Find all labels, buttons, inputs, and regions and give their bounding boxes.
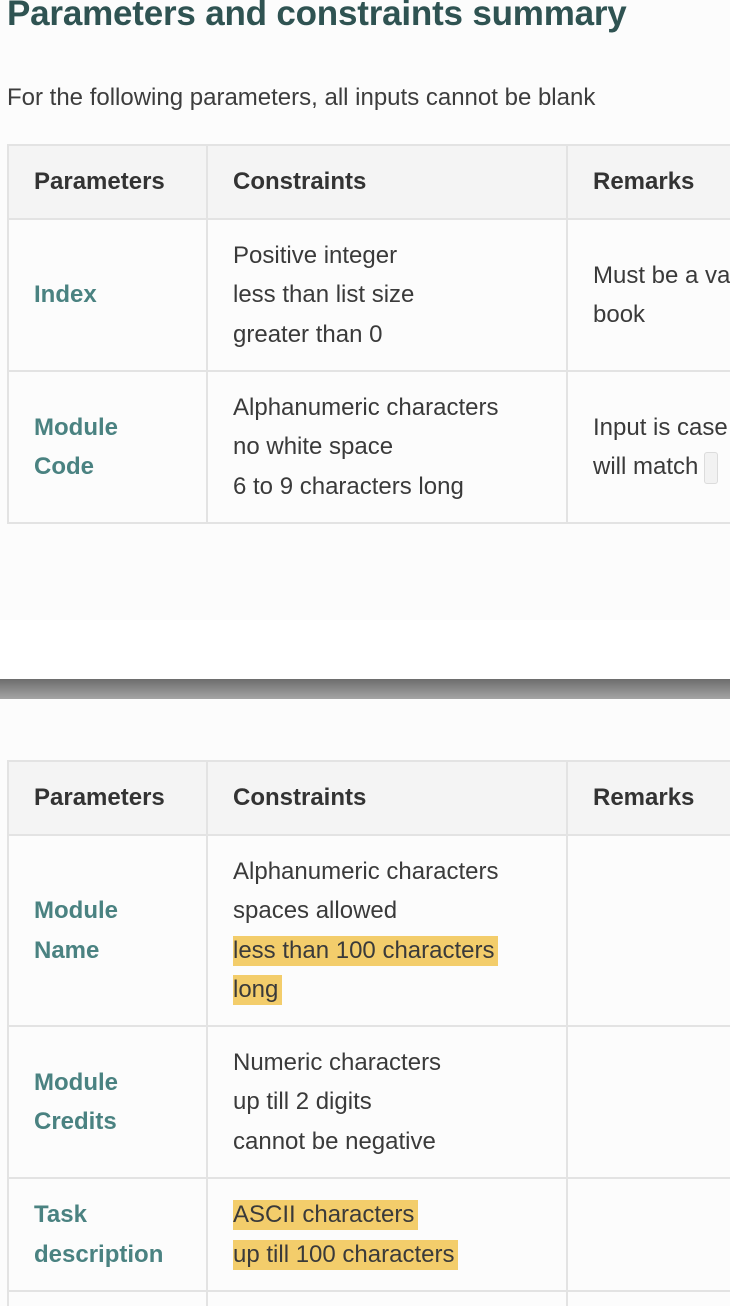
remark-line: Must be a va: [593, 261, 730, 289]
intro-text: For the following parameters, all inputs…: [7, 84, 596, 111]
parameters-table-1: Parameters Constraints Remarks Index Pos…: [7, 144, 730, 524]
table-row-partial: [7, 1290, 730, 1306]
bottom-screenshot-panel: Parameters Constraints Remarks Module Na…: [0, 699, 730, 1306]
header-constraints: Constraints: [206, 760, 568, 836]
constraint-line: greater than 0: [233, 320, 383, 348]
remarks-cell: Must be a va book: [566, 218, 730, 372]
constraint-line: ASCII characters: [233, 1195, 566, 1235]
parameters-table-2: Parameters Constraints Remarks Module Na…: [7, 760, 730, 1306]
param-name: Module Credits: [7, 1025, 208, 1179]
remarks-cell: [566, 1177, 730, 1292]
param-name-line: description: [34, 1240, 164, 1268]
param-name: Module Name: [7, 834, 208, 1027]
constraint-line: 6 to 9 characters long: [233, 472, 464, 500]
highlighted-text: long: [233, 975, 283, 1005]
constraint-line: up till 100 characters: [233, 1235, 566, 1275]
param-name-line: Task: [34, 1201, 87, 1228]
remarks-cell: Input is case will match: [566, 370, 730, 524]
remark-line: will match: [593, 447, 730, 487]
constraints-cell: Alphanumeric characters no white space 6…: [206, 370, 568, 524]
constraint-line: Alphanumeric characters: [233, 393, 499, 421]
param-name: [7, 1290, 208, 1306]
spacer: [0, 620, 730, 680]
highlighted-text: less than 100 characters: [233, 935, 499, 966]
screenshot-divider: [0, 679, 730, 699]
constraint-line: no white space: [233, 433, 394, 461]
constraints-cell: Alphanumeric characters spaces allowed l…: [206, 834, 568, 1027]
param-name-line: Module: [34, 413, 118, 441]
param-name: Module Code: [7, 370, 208, 524]
highlighted-text: ASCII characters: [233, 1200, 419, 1230]
constraint-line: Positive integer: [233, 241, 398, 269]
remark-line: book: [593, 301, 646, 328]
param-name-line: Name: [34, 936, 100, 964]
constraint-line: Numeric characters: [233, 1048, 442, 1076]
constraint-line: long: [233, 970, 566, 1010]
header-remarks: Remarks: [566, 144, 730, 220]
param-name-line: Module: [34, 1068, 118, 1096]
header-constraints: Constraints: [206, 144, 568, 220]
remarks-cell: [566, 1025, 730, 1179]
table-row-index: Index Positive integer less than list si…: [7, 218, 730, 372]
param-name-line: Code: [34, 453, 94, 480]
constraint-line: less than 100 characters: [233, 931, 566, 971]
inline-code-chip: [704, 451, 719, 484]
header-remarks: Remarks: [566, 760, 730, 836]
top-screenshot-panel: Parameters and constraints summary For t…: [0, 0, 730, 620]
remark-text: will match: [593, 453, 699, 480]
param-name-line: Module: [34, 897, 118, 924]
header-parameters: Parameters: [7, 760, 208, 836]
constraints-cell: ASCII characters up till 100 characters: [206, 1177, 568, 1292]
constraint-line: up till 2 digits: [233, 1088, 372, 1116]
param-name: Index: [7, 218, 208, 372]
param-name: Task description: [7, 1177, 208, 1292]
table-header-row: Parameters Constraints Remarks: [7, 760, 730, 836]
table-row-module-name: Module Name Alphanumeric characters spac…: [7, 834, 730, 1027]
table-row-module-code: Module Code Alphanumeric characters no w…: [7, 370, 730, 524]
header-parameters: Parameters: [7, 144, 208, 220]
table-header-row: Parameters Constraints Remarks: [7, 144, 730, 220]
highlighted-text: up till 100 characters: [233, 1239, 459, 1270]
constraint-line: Alphanumeric characters: [233, 857, 499, 885]
remark-line: Input is case: [593, 413, 728, 441]
page-title: Parameters and constraints summary: [7, 0, 627, 33]
param-name-line: Credits: [34, 1108, 117, 1135]
constraints-cell: Positive integer less than list size gre…: [206, 218, 568, 372]
remarks-cell: [566, 834, 730, 1027]
constraint-line: spaces allowed: [233, 897, 398, 924]
table-row-task-description: Task description ASCII characters up til…: [7, 1177, 730, 1292]
remarks-cell: [566, 1290, 730, 1306]
table-row-module-credits: Module Credits Numeric characters up til…: [7, 1025, 730, 1179]
constraints-cell: Numeric characters up till 2 digits cann…: [206, 1025, 568, 1179]
param-name-line: Index: [34, 281, 97, 309]
constraint-line: less than list size: [233, 281, 415, 309]
constraints-cell: [206, 1290, 568, 1306]
constraint-line: cannot be negative: [233, 1127, 436, 1155]
